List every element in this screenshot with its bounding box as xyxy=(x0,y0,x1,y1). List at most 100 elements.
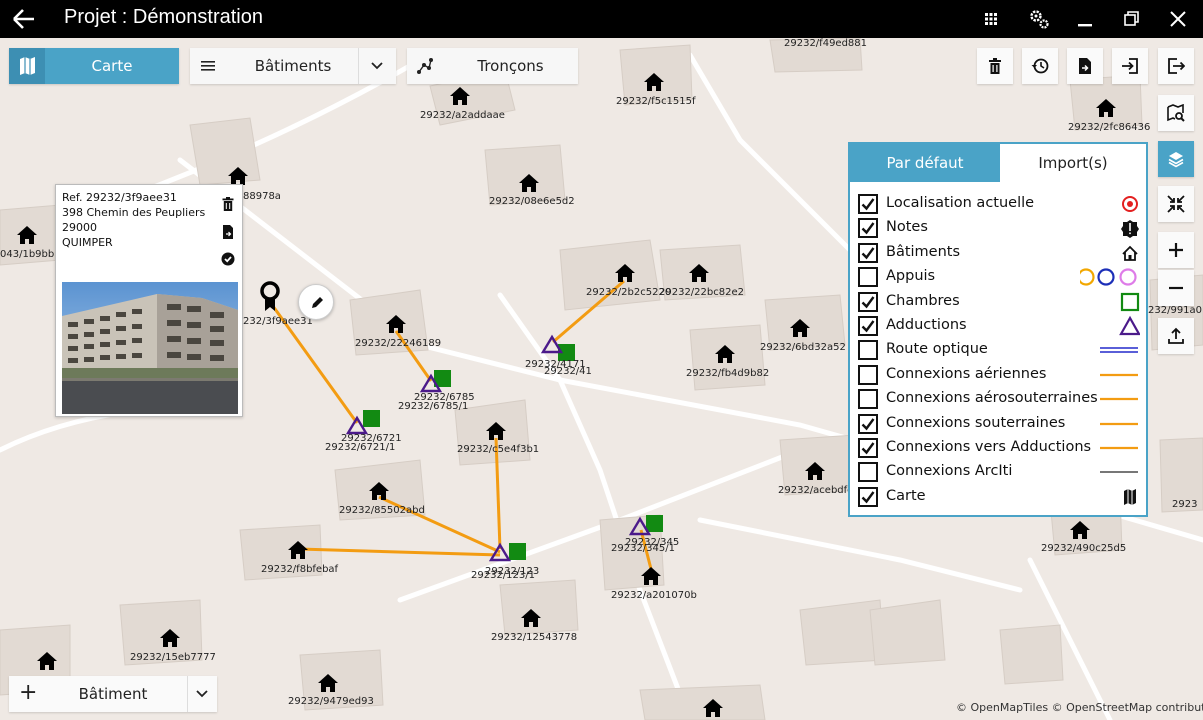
carte-label: Carte xyxy=(91,57,133,75)
trash-icon[interactable] xyxy=(220,196,236,212)
checkbox-unchecked[interactable] xyxy=(858,462,878,483)
map-label: 29232/08e6e5d2 xyxy=(489,196,575,207)
map-attribution[interactable]: © OpenMapTiles © OpenStreetMap contribut… xyxy=(956,701,1203,714)
layer-row[interactable]: Connexions souterraines xyxy=(858,412,1142,436)
layer-row[interactable]: Carte xyxy=(858,485,1142,509)
back-arrow-icon[interactable] xyxy=(10,5,38,33)
map-label: 29232/12543778 xyxy=(491,632,577,643)
checkbox-checked[interactable] xyxy=(858,486,878,507)
chevron-down-icon[interactable] xyxy=(371,61,383,71)
trash-icon xyxy=(989,58,1001,74)
target-icon xyxy=(1122,196,1138,212)
checkbox-checked[interactable] xyxy=(858,413,878,434)
upload-icon xyxy=(1168,327,1184,344)
building-info-card[interactable]: Ref. 29232/3f9aee31 398 Chemin des Peupl… xyxy=(55,184,243,417)
map-label: 29232/123/1 xyxy=(471,570,535,581)
restore-window-icon[interactable] xyxy=(1119,6,1145,32)
checkbox-unchecked[interactable] xyxy=(858,267,878,288)
batiments-label: Bâtiments xyxy=(254,57,332,75)
map-label: 29232/a201070b xyxy=(611,590,697,601)
checkbox-checked[interactable] xyxy=(858,438,878,458)
map-label: 232/3f9aee31 xyxy=(243,316,313,327)
pencil-icon xyxy=(312,297,323,308)
map-label: 29232/c5e4f3b1 xyxy=(457,444,539,455)
layer-name: Connexions souterraines xyxy=(886,414,1066,431)
map-label: 29232/490c25d5 xyxy=(1041,543,1126,554)
logout-button[interactable] xyxy=(1158,48,1194,84)
settings-gears-icon[interactable] xyxy=(1026,6,1052,32)
checkbox-unchecked[interactable] xyxy=(858,364,878,385)
document-icon[interactable] xyxy=(220,224,236,240)
layer-row[interactable]: Connexions aérosouterraines xyxy=(858,387,1142,411)
address-text: 398 Chemin des Peupliers xyxy=(62,206,206,219)
export-document-button[interactable] xyxy=(1067,48,1103,84)
add-type-label: Bâtiment xyxy=(78,685,148,703)
list-icon xyxy=(201,61,215,71)
checkbox-checked[interactable] xyxy=(858,316,878,336)
troncons-label: Tronçons xyxy=(477,57,544,75)
verified-check-icon[interactable] xyxy=(220,251,236,267)
minimize-icon[interactable] xyxy=(1072,6,1098,32)
grid-apps-icon[interactable] xyxy=(978,6,1004,32)
green-square-icon xyxy=(1120,292,1140,311)
zoom-in-button[interactable] xyxy=(1158,232,1194,268)
layer-name: Chambres xyxy=(886,292,960,309)
checkbox-checked[interactable] xyxy=(858,218,878,239)
map-label: 29232/2fc86436 xyxy=(1068,122,1150,133)
chevron-down-icon[interactable] xyxy=(196,689,208,699)
checkbox-checked[interactable] xyxy=(858,194,878,214)
upload-button[interactable] xyxy=(1158,318,1194,354)
layer-name: Connexions ArcIti xyxy=(886,463,1013,480)
checkbox-checked[interactable] xyxy=(858,242,878,263)
orange-line xyxy=(1100,446,1138,450)
collapse-button[interactable] xyxy=(1158,186,1194,222)
history-button[interactable] xyxy=(1022,48,1058,84)
layer-row[interactable]: Connexions vers Adductions xyxy=(858,436,1142,460)
layer-row[interactable]: Notes xyxy=(858,216,1142,240)
tab-par-defaut[interactable]: Par défaut xyxy=(850,144,1000,182)
map-label: 29232/f5c1515f xyxy=(616,96,696,107)
layer-row[interactable]: Route optique xyxy=(858,338,1142,362)
close-icon[interactable] xyxy=(1165,6,1191,32)
layer-name: Notes xyxy=(886,219,928,236)
layer-row[interactable]: Connexions ArcIti xyxy=(858,460,1142,484)
checkbox-unchecked[interactable] xyxy=(858,389,878,410)
layers-button[interactable] xyxy=(1158,141,1194,177)
import-button[interactable] xyxy=(1112,48,1148,84)
layer-row[interactable]: Bâtiments xyxy=(858,241,1142,265)
checkbox-checked[interactable] xyxy=(858,291,878,312)
orange-line xyxy=(1100,422,1138,425)
plus-icon xyxy=(1169,243,1183,257)
map-view-toggle[interactable]: Carte xyxy=(9,48,179,84)
map-icon xyxy=(1124,488,1136,505)
document-export-icon xyxy=(1079,58,1091,74)
delete-button[interactable] xyxy=(977,48,1013,84)
layer-row[interactable]: Appuis xyxy=(858,265,1142,289)
circles-icon xyxy=(1080,268,1137,286)
layer-row[interactable]: Localisation actuelle xyxy=(858,192,1142,216)
layer-name: Adductions xyxy=(886,317,967,333)
layer-name: Connexions vers Adductions xyxy=(886,439,1092,455)
add-batiment-bar[interactable]: + Bâtiment xyxy=(9,676,217,712)
layer-name: Carte xyxy=(886,487,926,504)
tab-imports[interactable]: Import(s) xyxy=(1000,144,1146,182)
layer-name: Localisation actuelle xyxy=(886,195,1035,211)
map-label: 29232/f49ed881 xyxy=(784,38,867,49)
batiments-dropdown[interactable]: Bâtiments xyxy=(190,48,396,84)
layers-icon xyxy=(1168,152,1184,168)
layer-row[interactable]: Chambres xyxy=(858,290,1142,314)
zoom-out-button[interactable] xyxy=(1158,270,1194,306)
layer-panel: Par défaut Import(s) Localisation actuel… xyxy=(848,142,1148,517)
layer-name: Connexions aériennes xyxy=(886,365,1047,382)
compress-arrows-icon xyxy=(1167,195,1185,213)
map-label: 29232/6721/1 xyxy=(325,442,395,453)
add-button[interactable]: + xyxy=(19,680,37,705)
layer-row[interactable]: Connexions aériennes xyxy=(858,363,1142,387)
logout-icon xyxy=(1168,58,1185,74)
checkbox-unchecked[interactable] xyxy=(858,340,878,361)
edit-button[interactable] xyxy=(298,284,334,320)
map-label: 29232/acebdfe xyxy=(778,485,853,496)
troncons-button[interactable]: Tronçons xyxy=(407,48,578,84)
layer-row[interactable]: Adductions xyxy=(858,314,1142,338)
map-search-button[interactable] xyxy=(1158,95,1194,131)
